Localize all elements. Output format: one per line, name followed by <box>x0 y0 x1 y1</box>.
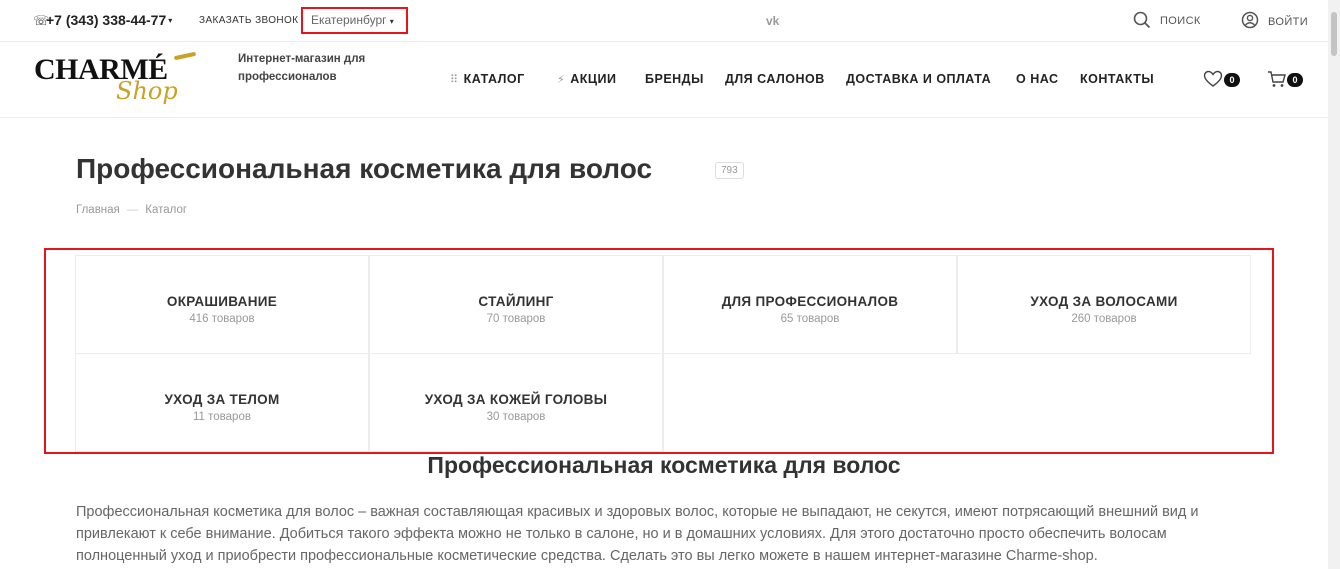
cart-count-badge: 0 <box>1287 73 1303 87</box>
tagline: Интернет-магазин для профессионалов <box>238 53 366 83</box>
login-button[interactable]: ВОЙТИ <box>1241 11 1308 34</box>
page-title: Профессиональная косметика для волос <box>76 153 653 184</box>
cart-button[interactable]: 0 <box>1267 70 1303 93</box>
description-text: Профессиональная косметика для волос – в… <box>76 504 1199 564</box>
search-label: ПОИСК <box>1160 15 1201 27</box>
scrollbar[interactable] <box>1328 0 1340 569</box>
category-count: 30 товаров <box>486 411 546 423</box>
login-label: ВОЙТИ <box>1268 16 1309 28</box>
search-icon <box>1133 11 1151 29</box>
category-card[interactable]: СТАЙЛИНГ 70 товаров <box>369 255 663 354</box>
logo[interactable]: CHARMÉ Shop <box>34 51 197 115</box>
nav-item-for-salons[interactable]: ДЛЯ САЛОНОВ <box>725 72 825 86</box>
category-name: УХОД ЗА ТЕЛОМ <box>164 392 280 407</box>
category-card[interactable]: ДЛЯ ПРОФЕССИОНАЛОВ 65 товаров <box>663 255 957 354</box>
category-count: 416 товаров <box>189 313 255 325</box>
breadcrumb-catalog[interactable]: Каталог <box>145 204 187 216</box>
nav-item-delivery[interactable]: ДОСТАВКА И ОПЛАТА <box>846 72 991 86</box>
nav-item-about[interactable]: О НАС <box>1016 72 1058 86</box>
city-selector[interactable]: Екатеринбург ▾ <box>301 7 408 34</box>
logo-sub-text: Shop <box>116 77 178 105</box>
category-count: 70 товаров <box>486 313 546 325</box>
scrollbar-thumb[interactable] <box>1331 12 1337 56</box>
nav-label: БРЕНДЫ <box>645 72 704 86</box>
favorites-button[interactable]: 0 <box>1203 70 1240 93</box>
breadcrumb: Главная — Каталог <box>76 204 187 216</box>
nav-label: АКЦИИ <box>570 72 617 86</box>
chevron-down-icon: ▾ <box>168 16 173 25</box>
empty-cell <box>663 353 957 452</box>
heart-icon <box>1203 70 1223 87</box>
category-name: УХОД ЗА КОЖЕЙ ГОЛОВЫ <box>424 392 608 407</box>
category-card[interactable]: УХОД ЗА ТЕЛОМ 11 товаров <box>75 353 369 452</box>
topbar: ☏ +7 (343) 338-44-77 ▾ ЗАКАЗАТЬ ЗВОНОК Ек… <box>0 0 1340 42</box>
nav-label: КАТАЛОГ <box>463 72 525 86</box>
category-count: 65 товаров <box>780 313 840 325</box>
category-card[interactable]: УХОД ЗА КОЖЕЙ ГОЛОВЫ 30 товаров <box>369 353 663 452</box>
city-label: Екатеринбург <box>311 13 387 27</box>
category-card[interactable]: УХОД ЗА ВОЛОСАМИ 260 товаров <box>957 255 1251 354</box>
phone-dropdown[interactable]: +7 (343) 338-44-77 ▾ <box>46 12 172 28</box>
callback-link[interactable]: ЗАКАЗАТЬ ЗВОНОК <box>199 15 298 26</box>
nav-label: ДОСТАВКА И ОПЛАТА <box>846 72 992 86</box>
header: CHARMÉ Shop Интернет-магазин для професс… <box>0 42 1328 118</box>
breadcrumb-separator: — <box>126 204 139 216</box>
product-count-badge: 793 <box>715 162 744 179</box>
nav-item-contacts[interactable]: КОНТАКТЫ <box>1080 72 1154 86</box>
logo-swoosh <box>173 51 197 61</box>
grid-icon: ⠿ <box>450 74 459 86</box>
nav-item-brands[interactable]: БРЕНДЫ <box>645 72 704 86</box>
breadcrumb-home[interactable]: Главная <box>76 204 120 216</box>
favorites-count-badge: 0 <box>1224 73 1240 87</box>
category-card[interactable]: ОКРАШИВАНИЕ 416 товаров <box>75 255 369 354</box>
section-title: Профессиональная косметика для волос <box>427 452 901 478</box>
user-icon <box>1241 11 1259 29</box>
cart-icon <box>1268 71 1286 87</box>
nav-label: О НАС <box>1016 72 1059 86</box>
category-count: 260 товаров <box>1071 313 1137 325</box>
category-name: ДЛЯ ПРОФЕССИОНАЛОВ <box>721 294 899 309</box>
category-name: ОКРАШИВАНИЕ <box>166 294 278 309</box>
category-count: 11 товаров <box>193 411 251 423</box>
phone-number: +7 (343) 338-44-77 <box>46 12 167 28</box>
vk-icon[interactable]: vk <box>766 14 779 28</box>
lightning-icon: ⚡ <box>557 74 566 86</box>
category-name: УХОД ЗА ВОЛОСАМИ <box>1030 294 1178 309</box>
nav-label: ДЛЯ САЛОНОВ <box>725 72 825 86</box>
chevron-down-icon: ▾ <box>387 17 394 26</box>
nav-item-catalog[interactable]: ⠿ КАТАЛОГ <box>450 72 525 86</box>
nav-label: КОНТАКТЫ <box>1080 72 1155 86</box>
nav-item-sales[interactable]: ⚡ АКЦИИ <box>557 72 617 86</box>
category-name: СТАЙЛИНГ <box>478 294 554 309</box>
